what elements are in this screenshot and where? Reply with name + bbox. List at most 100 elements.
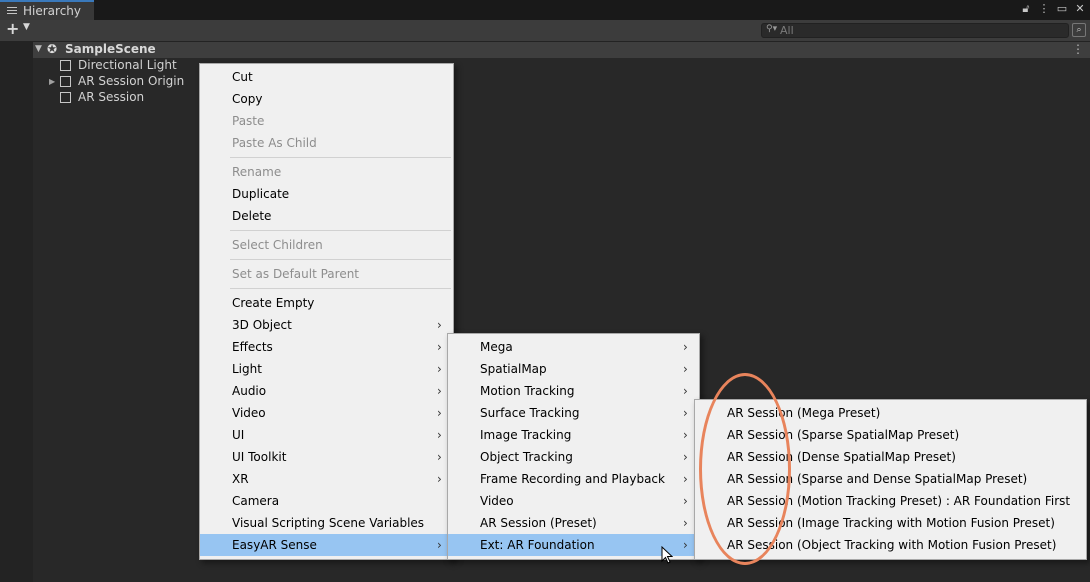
unity-scene-icon: ✪ <box>47 42 58 56</box>
menu-item[interactable]: Effects › <box>200 336 453 358</box>
menu-item[interactable]: Delete <box>200 205 453 227</box>
menu-item[interactable]: Mega › <box>448 336 699 358</box>
menu-separator <box>230 157 451 158</box>
menu-item[interactable]: XR › <box>200 468 453 490</box>
gameobject-cube-icon <box>60 60 71 71</box>
left-gutter <box>0 42 33 582</box>
menu-item-label: Paste <box>232 114 265 128</box>
chevron-down-icon: ▼ <box>23 22 30 32</box>
submenu-arrow-icon: › <box>437 450 442 464</box>
lock-icon[interactable]: 🔓︎ <box>1020 2 1032 16</box>
menu-item-label: Ext: AR Foundation <box>480 538 595 552</box>
more-options-icon[interactable]: ⋮ <box>1072 42 1084 56</box>
menu-item[interactable]: Image Tracking › <box>448 424 699 446</box>
menu-item-label: EasyAR Sense <box>232 538 317 552</box>
submenu-arrow-icon: › <box>683 428 688 442</box>
menu-item-label: Audio <box>232 384 267 398</box>
hierarchy-toolbar: + ▼ ⚲▾ All ⌕ <box>0 19 1090 42</box>
menu-item-label: Delete <box>232 209 272 223</box>
scene-row[interactable]: ▼ ✪ SampleScene ⋮ <box>33 42 1090 58</box>
gameobject-cube-icon <box>60 76 71 87</box>
submenu-arrow-icon: › <box>683 472 688 486</box>
menu-item-label: UI Toolkit <box>232 450 287 464</box>
menu-item[interactable]: Audio › <box>200 380 453 402</box>
menu-item[interactable]: SpatialMap › <box>448 358 699 380</box>
menu-item[interactable]: UI › <box>200 424 453 446</box>
menu-item[interactable]: Camera <box>200 490 453 512</box>
menu-item[interactable]: UI Toolkit › <box>200 446 453 468</box>
expand-arrow-icon[interactable]: ▶ <box>49 77 55 86</box>
submenu-arrow-icon: › <box>683 384 688 398</box>
menu-item[interactable]: Frame Recording and Playback › <box>448 468 699 490</box>
submenu-arrow-icon: › <box>683 538 688 552</box>
menu-item[interactable]: Object Tracking › <box>448 446 699 468</box>
menu-item-label: Cut <box>232 70 253 84</box>
search-input[interactable]: ⚲▾ All <box>761 23 1069 38</box>
menu-item-label: Effects <box>232 340 273 354</box>
menu-item-label: SpatialMap <box>480 362 547 376</box>
submenu-arrow-icon: › <box>683 516 688 530</box>
submenu-arrow-icon: › <box>437 318 442 332</box>
menu-item[interactable]: Copy <box>200 88 453 110</box>
menu-item[interactable]: 3D Object › <box>200 314 453 336</box>
submenu-arrow-icon: › <box>437 538 442 552</box>
menu-item-label: Select Children <box>232 238 323 252</box>
menu-item-label: Mega <box>480 340 513 354</box>
menu-item[interactable]: Visual Scripting Scene Variables <box>200 512 453 534</box>
submenu-arrow-icon: › <box>437 340 442 354</box>
menu-item-label: Object Tracking <box>480 450 573 464</box>
menu-item-label: Camera <box>232 494 280 508</box>
menu-item-label: XR <box>232 472 249 486</box>
menu-item[interactable]: AR Session (Preset) › <box>448 512 699 534</box>
maximize-icon[interactable]: ▭ <box>1056 2 1068 16</box>
submenu-arrow-icon: › <box>437 384 442 398</box>
menu-item[interactable]: Light › <box>200 358 453 380</box>
menu-item-label: Create Empty <box>232 296 315 310</box>
submenu-arrow-icon: › <box>683 406 688 420</box>
menu-item[interactable]: EasyAR Sense › <box>200 534 453 556</box>
menu-item[interactable]: Motion Tracking › <box>448 380 699 402</box>
menu-item[interactable]: Surface Tracking › <box>448 402 699 424</box>
submenu-arrow-icon: › <box>683 494 688 508</box>
expand-triangle-icon[interactable]: ▼ <box>35 44 42 54</box>
hierarchy-item-label: AR Session Origin <box>78 74 185 88</box>
gameobject-cube-icon <box>60 92 71 103</box>
menu-item[interactable]: Create Empty <box>200 292 453 314</box>
menu-item[interactable]: Cut <box>200 66 453 88</box>
menu-item[interactable]: Duplicate <box>200 183 453 205</box>
submenu-arrow-icon: › <box>437 428 442 442</box>
menu-item-label: Light <box>232 362 262 376</box>
menu-item: Paste As Child <box>200 132 453 154</box>
menu-item-label: Image Tracking <box>480 428 572 442</box>
menu-item-label: Surface Tracking <box>480 406 580 420</box>
menu-item-label: Video <box>232 406 266 420</box>
menu-item-label: Visual Scripting Scene Variables <box>232 516 425 530</box>
more-options-icon[interactable]: ⋮ <box>1038 2 1050 16</box>
add-button[interactable]: + ▼ <box>6 19 34 39</box>
menu-item-label: AR Session (Preset) <box>480 516 597 530</box>
hierarchy-item-label: AR Session <box>78 90 145 104</box>
menu-item-label: AR Session (Object Tracking with Motion … <box>727 538 1057 552</box>
menu-item-label: Rename <box>232 165 282 179</box>
window-controls: 🔓︎ ⋮ ▭ ✕ <box>1020 2 1086 16</box>
menu-item[interactable]: Video › <box>448 490 699 512</box>
menu-item: Rename <box>200 161 453 183</box>
menu-item-label: Video <box>480 494 514 508</box>
hierarchy-list-icon <box>7 7 17 16</box>
window-tab-bar: Hierarchy 🔓︎ ⋮ ▭ ✕ <box>0 0 1090 20</box>
annotation-highlight-ellipse <box>699 373 791 565</box>
menu-item[interactable]: Video › <box>200 402 453 424</box>
hierarchy-item-label: Directional Light <box>78 58 177 72</box>
close-icon[interactable]: ✕ <box>1074 2 1086 16</box>
search-filter-button[interactable]: ⌕ <box>1072 23 1086 37</box>
menu-item-label: Paste As Child <box>232 136 317 150</box>
menu-separator <box>230 230 451 231</box>
plus-icon: + <box>6 19 20 38</box>
menu-separator <box>230 259 451 260</box>
submenu-arrow-icon: › <box>683 340 688 354</box>
search-placeholder: All <box>780 24 794 37</box>
menu-item: Paste <box>200 110 453 132</box>
menu-item: Select Children <box>200 234 453 256</box>
tab-hierarchy[interactable]: Hierarchy <box>0 0 94 20</box>
mouse-cursor-icon <box>661 546 673 564</box>
